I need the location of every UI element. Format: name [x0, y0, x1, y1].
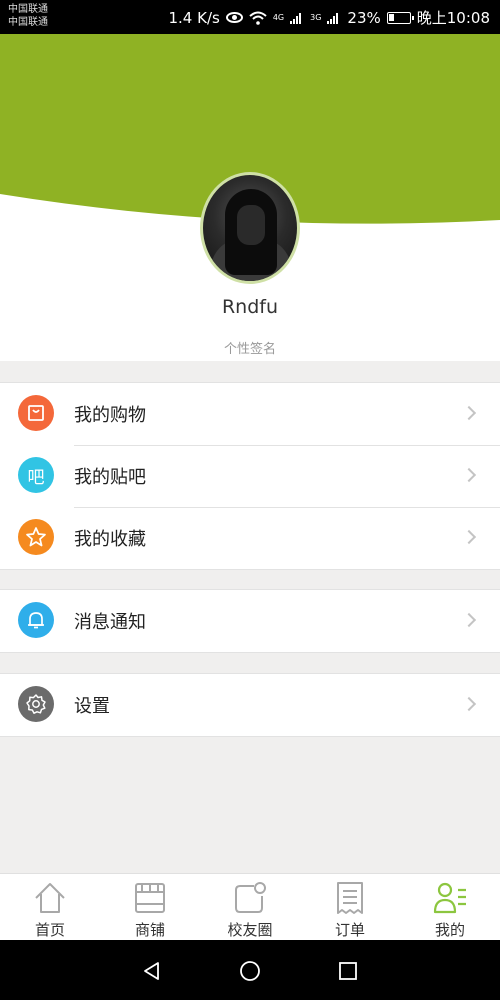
tab-label: 校友圈	[227, 921, 273, 939]
avatar[interactable]	[200, 172, 300, 284]
star-icon	[18, 519, 54, 555]
profile-header: Rndfu 个性签名	[0, 34, 500, 361]
moments-icon	[235, 882, 266, 913]
menu-item-forum[interactable]: 吧 我的贴吧	[0, 445, 500, 507]
tab-label: 我的	[434, 921, 465, 939]
battery-percent: 23%	[347, 8, 381, 27]
battery-icon	[386, 11, 414, 24]
back-icon[interactable]	[141, 960, 163, 982]
profile-screen: 中国联通 中国联通 1.4 K/s 4G 3G 23% 晚上10:08 Rndf…	[0, 0, 500, 1000]
menu-label: 我的收藏	[74, 529, 146, 550]
profile-icon	[433, 882, 466, 914]
recents-icon[interactable]	[337, 960, 359, 982]
menu-group-notifications: 消息通知	[0, 589, 500, 653]
tab-orders[interactable]: 订单	[300, 874, 400, 940]
network-3g-label: 3G	[310, 13, 322, 22]
menu-label: 我的贴吧	[74, 467, 146, 488]
chevron-right-icon	[461, 405, 477, 421]
menu-item-settings[interactable]: 设置	[0, 674, 500, 736]
signal-4g-icon	[290, 12, 304, 24]
status-indicators: 1.4 K/s 4G 3G 23% 晚上10:08	[169, 7, 491, 28]
status-bar: 中国联通 中国联通 1.4 K/s 4G 3G 23% 晚上10:08	[0, 0, 500, 34]
chevron-right-icon	[461, 467, 477, 483]
forum-glyph: 吧	[27, 467, 45, 488]
store-icon	[135, 883, 165, 913]
carrier-info: 中国联通 中国联通	[8, 3, 48, 29]
bell-icon	[18, 602, 54, 638]
chevron-right-icon	[461, 696, 477, 712]
menu-group-settings: 设置	[0, 673, 500, 737]
menu-item-shopping[interactable]: 我的购物	[0, 383, 500, 445]
username[interactable]: Rndfu	[0, 296, 500, 318]
menu-item-notifications[interactable]: 消息通知	[0, 590, 500, 652]
signal-3g-icon	[327, 12, 341, 24]
menu-label: 我的购物	[74, 405, 146, 426]
forum-icon: 吧	[18, 457, 54, 493]
signature[interactable]: 个性签名	[0, 338, 500, 357]
menu-label: 消息通知	[74, 612, 146, 633]
chevron-right-icon	[461, 612, 477, 628]
order-icon	[337, 882, 363, 914]
tab-profile[interactable]: 我的	[400, 874, 500, 940]
tab-label: 订单	[334, 921, 365, 939]
eye-comfort-icon	[225, 12, 243, 23]
clock: 晚上10:08	[416, 9, 490, 27]
bottom-tab-bar: 首页 商铺 校友圈 订单 我的	[0, 873, 500, 940]
carrier-1: 中国联通	[8, 4, 48, 15]
home-circle-icon[interactable]	[239, 960, 261, 982]
system-nav-bar	[0, 940, 500, 1000]
gear-icon	[18, 686, 54, 722]
tab-home[interactable]: 首页	[0, 874, 100, 940]
wifi-icon	[249, 11, 267, 25]
menu-label: 设置	[74, 696, 110, 717]
network-speed: 1.4 K/s	[168, 8, 220, 27]
shopping-bag-icon	[18, 395, 54, 431]
chevron-right-icon	[461, 529, 477, 545]
menu-item-favorites[interactable]: 我的收藏	[0, 507, 500, 569]
tab-label: 首页	[34, 921, 65, 939]
network-4g-label: 4G	[272, 13, 285, 22]
carrier-2: 中国联通	[8, 17, 48, 28]
tab-label: 商铺	[134, 921, 165, 939]
tab-moments[interactable]: 校友圈	[200, 874, 300, 940]
home-icon	[35, 883, 65, 913]
menu-group-activity: 我的购物 吧 我的贴吧 我的收藏	[0, 382, 500, 570]
tab-store[interactable]: 商铺	[100, 874, 200, 940]
